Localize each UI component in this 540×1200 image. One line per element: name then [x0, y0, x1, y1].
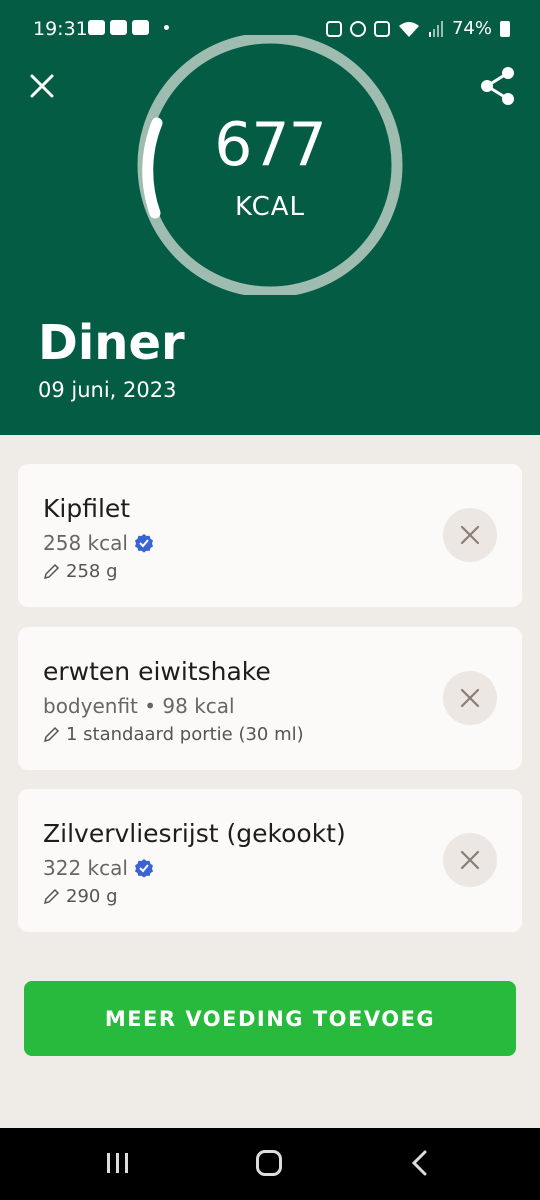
food-portion-text: 258 g	[66, 561, 118, 582]
notification-icons	[88, 20, 169, 35]
back-icon[interactable]	[410, 1150, 430, 1176]
food-kcal-text: bodyenfit • 98 kcal	[43, 694, 235, 718]
battery-icon	[500, 20, 510, 37]
more-notifications-icon	[164, 25, 169, 30]
food-portion-text: 1 standaard portie (30 ml)	[66, 724, 304, 745]
system-nav-bar	[0, 1128, 540, 1200]
battery-percent: 74%	[451, 18, 492, 39]
food-name: erwten eiwitshake	[43, 657, 271, 686]
verified-icon	[134, 859, 153, 878]
youtube-icon	[132, 20, 149, 35]
close-icon[interactable]	[26, 70, 58, 102]
verified-icon	[134, 534, 153, 553]
remove-item-button[interactable]	[443, 671, 497, 725]
pencil-icon	[43, 726, 60, 743]
gallery-icon	[88, 20, 105, 35]
food-portion: 290 g	[43, 886, 118, 907]
kcal-total: 677	[214, 110, 327, 180]
status-time: 19:31	[33, 18, 88, 40]
food-kcal: 258 kcal	[43, 531, 154, 555]
food-kcal: bodyenfit • 98 kcal	[43, 694, 235, 718]
kcal-unit: KCAL	[234, 192, 306, 222]
food-item-card[interactable]: Kipfilet 258 kcal 258 g	[18, 464, 522, 607]
food-kcal-text: 322 kcal	[43, 856, 128, 880]
close-icon	[460, 525, 480, 545]
food-kcal: 322 kcal	[43, 856, 154, 880]
share-icon[interactable]	[478, 64, 518, 108]
food-item-card[interactable]: erwten eiwitshake bodyenfit • 98 kcal 1 …	[18, 627, 522, 770]
food-portion: 258 g	[43, 561, 118, 582]
food-portion: 1 standaard portie (30 ml)	[43, 724, 304, 745]
pencil-icon	[43, 888, 60, 905]
signal-icon	[428, 20, 443, 37]
food-name: Kipfilet	[43, 494, 131, 523]
meal-header: 19:31 74% 677 KCAL Diner 09 juni, 2023	[0, 0, 540, 435]
food-name: Zilvervliesrijst (gekookt)	[43, 819, 346, 848]
home-icon[interactable]	[256, 1150, 282, 1176]
food-item-card[interactable]: Zilvervliesrijst (gekookt) 322 kcal 290 …	[18, 789, 522, 932]
add-more-food-button[interactable]: MEER VOEDING TOEVOEG	[24, 981, 516, 1056]
meal-date: 09 juni, 2023	[38, 378, 177, 402]
food-portion-text: 290 g	[66, 886, 118, 907]
meal-title: Diner	[38, 315, 185, 371]
remove-item-button[interactable]	[443, 833, 497, 887]
remove-item-button[interactable]	[443, 508, 497, 562]
food-kcal-text: 258 kcal	[43, 531, 128, 555]
youtube-icon	[110, 20, 127, 35]
pencil-icon	[43, 563, 60, 580]
recent-apps-icon[interactable]	[105, 1151, 131, 1175]
close-icon	[460, 850, 480, 870]
close-icon	[460, 688, 480, 708]
